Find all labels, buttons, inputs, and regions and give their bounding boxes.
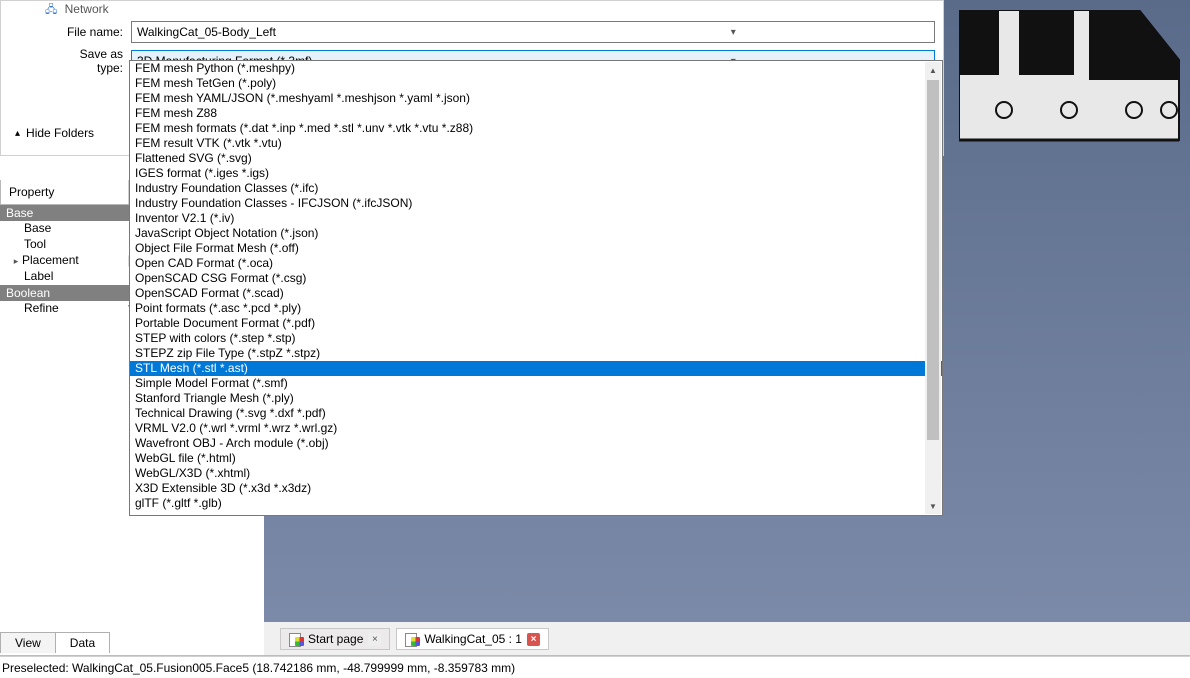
dropdown-item[interactable]: glTF (*.gltf *.glb) [130,496,942,511]
dropdown-item[interactable]: Flattened SVG (*.svg) [130,151,942,166]
hide-folders-label: Hide Folders [26,126,94,140]
dropdown-item[interactable]: Industry Foundation Classes (*.ifc) [130,181,942,196]
property-label: Base [24,221,51,235]
tab-start-label: Start page [308,632,363,646]
dropdown-item[interactable]: Object File Format Mesh (*.off) [130,241,942,256]
dropdown-item[interactable]: STEP with colors (*.step *.stp) [130,331,942,346]
document-tabs: Start page × WalkingCat_05 : 1 × [280,628,549,650]
dropdown-item[interactable]: WebGL file (*.html) [130,451,942,466]
dropdown-item[interactable]: Industry Foundation Classes - IFCJSON (*… [130,196,942,211]
chevron-down-icon[interactable]: ▾ [535,27,933,38]
dropdown-item[interactable]: Wavefront OBJ - Arch module (*.obj) [130,436,942,451]
dropdown-item[interactable]: Portable Document Format (*.pdf) [130,316,942,331]
property-label: Placement [22,253,79,267]
close-icon[interactable]: × [368,633,381,646]
network-icon: 🖧 [45,4,57,16]
dropdown-item[interactable]: IGES format (*.iges *.igs) [130,166,942,181]
dropdown-item[interactable]: FEM result VTK (*.vtk *.vtu) [130,136,942,151]
scroll-up-button[interactable]: ▲ [925,62,941,78]
dropdown-item[interactable]: STEPZ zip File Type (*.stpZ *.stpz) [130,346,942,361]
dropdown-item[interactable]: FEM mesh YAML/JSON (*.meshyaml *.meshjso… [130,91,942,106]
hide-folders-button[interactable]: ▴ Hide Folders [15,126,94,140]
dropdown-item[interactable]: FEM mesh formats (*.dat *.inp *.med *.st… [130,121,942,136]
scroll-down-button[interactable]: ▼ [925,498,941,514]
dropdown-item[interactable]: Point formats (*.asc *.pcd *.ply) [130,301,942,316]
document-icon [405,632,419,646]
scroll-thumb[interactable] [927,80,939,440]
dropdown-item[interactable]: X3D Extensible 3D (*.x3d *.x3dz) [130,481,942,496]
dropdown-item[interactable]: STL Mesh (*.stl *.ast) [130,361,942,376]
save-type-label: Save as type: [51,47,123,75]
status-bar: Preselected: WalkingCat_05.Fusion005.Fac… [0,656,1190,678]
dropdown-item[interactable]: WebGL/X3D (*.xhtml) [130,466,942,481]
network-folder[interactable]: 🖧 Network [45,1,109,20]
dropdown-item[interactable]: OpenSCAD CSG Format (*.csg) [130,271,942,286]
chevron-up-icon: ▴ [15,128,20,139]
dropdown-item[interactable]: Stanford Triangle Mesh (*.ply) [130,391,942,406]
dropdown-item[interactable]: Inventor V2.1 (*.iv) [130,211,942,226]
tab-walkingcat-label: WalkingCat_05 : 1 [424,632,522,646]
status-text: Preselected: WalkingCat_05.Fusion005.Fac… [2,661,515,675]
file-name-value: WalkingCat_05-Body_Left [137,25,535,39]
property-label: Refine [24,301,59,315]
document-icon [289,632,303,646]
dropdown-scrollbar[interactable]: ▲ ▼ [925,62,941,514]
property-label: Label [24,269,53,283]
tab-start-page[interactable]: Start page × [280,628,390,650]
dropdown-item[interactable]: FEM mesh TetGen (*.poly) [130,76,942,91]
file-name-combo[interactable]: WalkingCat_05-Body_Left ▾ [131,21,935,43]
tab-data[interactable]: Data [55,632,110,653]
property-label: Tool [24,237,46,251]
dropdown-item[interactable]: FEM mesh Python (*.meshpy) [130,61,942,76]
dropdown-item[interactable]: JavaScript Object Notation (*.json) [130,226,942,241]
col-property: Property [1,180,129,204]
save-type-dropdown[interactable]: FEM mesh Python (*.meshpy)FEM mesh TetGe… [129,60,943,516]
file-name-label: File name: [61,25,123,39]
tab-walkingcat[interactable]: WalkingCat_05 : 1 × [396,628,549,650]
dropdown-item[interactable]: Technical Drawing (*.svg *.dxf *.pdf) [130,406,942,421]
dropdown-item[interactable]: FEM mesh Z88 [130,106,942,121]
dropdown-item[interactable]: Simple Model Format (*.smf) [130,376,942,391]
dropdown-item[interactable]: VRML V2.0 (*.wrl *.vrml *.wrz *.wrl.gz) [130,421,942,436]
dropdown-item[interactable]: OpenSCAD Format (*.scad) [130,286,942,301]
dropdown-item[interactable]: Open CAD Format (*.oca) [130,256,942,271]
expand-icon[interactable]: ▸ [10,256,22,267]
network-label: Network [65,2,109,16]
close-icon[interactable]: × [527,633,540,646]
tab-view[interactable]: View [0,632,56,653]
